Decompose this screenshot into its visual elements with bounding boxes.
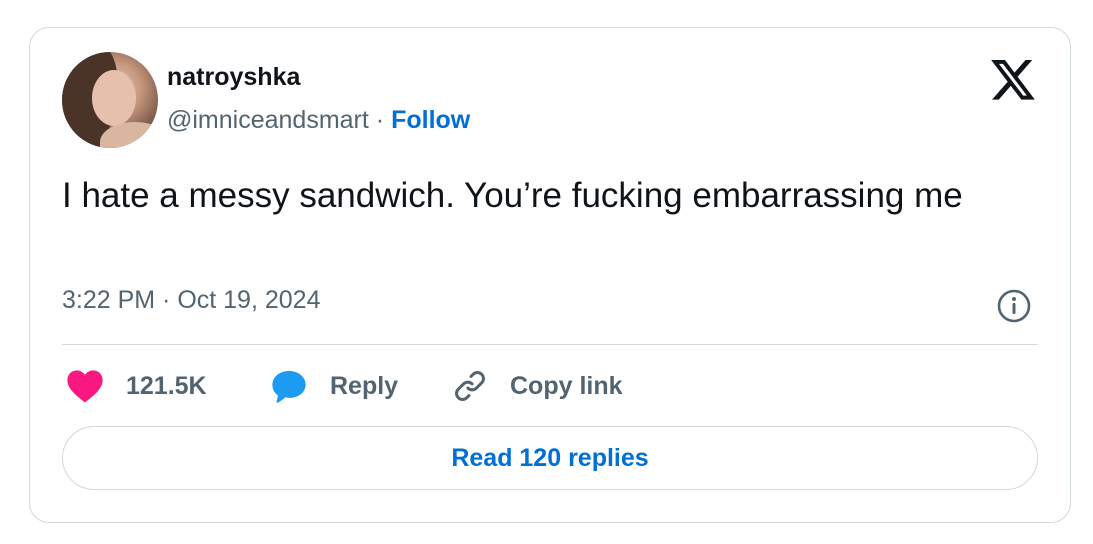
info-icon[interactable] bbox=[996, 288, 1032, 324]
author-handle-row: @imniceandsmart · Follow bbox=[167, 106, 470, 135]
speech-bubble-icon bbox=[272, 370, 306, 403]
tweet-text: I hate a messy sandwich. You’re fucking … bbox=[62, 176, 963, 215]
likes-count: 121.5K bbox=[126, 371, 207, 400]
author-display-name[interactable]: natroyshka bbox=[167, 63, 300, 92]
copy-link-button[interactable]: Copy link bbox=[452, 366, 623, 406]
heart-icon bbox=[67, 370, 103, 403]
like-button[interactable]: 121.5K bbox=[66, 366, 207, 406]
reply-button[interactable]: Reply bbox=[270, 366, 398, 406]
read-replies-button[interactable]: Read 120 replies bbox=[62, 426, 1038, 490]
follow-button[interactable]: Follow bbox=[391, 106, 470, 134]
copy-link-label: Copy link bbox=[510, 371, 623, 400]
reply-label: Reply bbox=[330, 371, 399, 400]
avatar[interactable] bbox=[62, 52, 158, 148]
x-logo-icon[interactable] bbox=[991, 60, 1035, 100]
separator-dot: · bbox=[375, 106, 385, 134]
divider bbox=[62, 344, 1038, 345]
link-icon bbox=[455, 371, 485, 401]
tweet-timestamp[interactable]: 3:22 PM · Oct 19, 2024 bbox=[62, 286, 320, 315]
author-handle[interactable]: @imniceandsmart bbox=[167, 106, 369, 134]
